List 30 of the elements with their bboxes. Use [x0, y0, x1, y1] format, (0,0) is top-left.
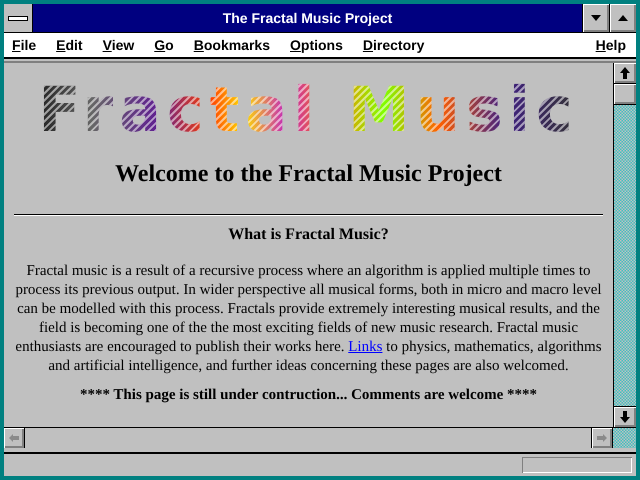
- down-arrow-icon: [620, 411, 630, 423]
- window-title: The Fractal Music Project: [222, 9, 394, 28]
- system-menu-button[interactable]: [4, 4, 33, 32]
- menu-item[interactable]: View: [102, 37, 134, 53]
- scroll-thumb[interactable]: [614, 84, 636, 105]
- scroll-right-button[interactable]: [592, 428, 612, 448]
- left-arrow-icon: [9, 434, 19, 442]
- scroll-up-button[interactable]: [614, 63, 636, 84]
- section-heading: What is Fractal Music?: [227, 226, 390, 244]
- menu-item[interactable]: Options: [290, 37, 343, 53]
- right-arrow-icon: [597, 434, 607, 442]
- maximize-button[interactable]: [609, 4, 636, 32]
- menu-item[interactable]: File: [12, 37, 36, 53]
- minimize-button[interactable]: [582, 4, 609, 32]
- construction-notice: **** This page is still under contruction... Comments are welcome ****: [78, 386, 538, 405]
- menu-item[interactable]: Edit: [56, 37, 83, 53]
- menu-item[interactable]: Help: [596, 37, 626, 53]
- scroll-left-button[interactable]: [4, 428, 24, 448]
- up-arrow-icon: [620, 67, 630, 79]
- page-heading: Welcome to the Fractal Music Project: [114, 161, 503, 188]
- intro-paragraph: Fractal music is a result of a recursive process where an algorithm is applied multiple times to process its previous output. In wider perspective all musical forms, both in micro and macro level can be modelled with this process. Fractals provide extremely interesting musical results, and the field is becoming one of the the most exciting fields of new music research. Fractal music enthusiasts are encouraged to publish their works here. Links to physics, mathematics, algorithms and artificial intelligence, and further ideas concerning these pages are also welcomed.: [14, 262, 603, 376]
- down-triangle-icon: [591, 15, 601, 21]
- menu-item[interactable]: Bookmarks: [194, 37, 270, 53]
- links-link[interactable]: Links: [348, 339, 382, 355]
- horizontal-scrollbar[interactable]: [4, 428, 612, 448]
- vertical-scrollbar[interactable]: [613, 63, 636, 427]
- menu-item[interactable]: Go: [154, 37, 174, 53]
- up-triangle-icon: [618, 15, 628, 21]
- scroll-down-button[interactable]: [614, 406, 636, 427]
- menu-item[interactable]: Directory: [362, 37, 424, 53]
